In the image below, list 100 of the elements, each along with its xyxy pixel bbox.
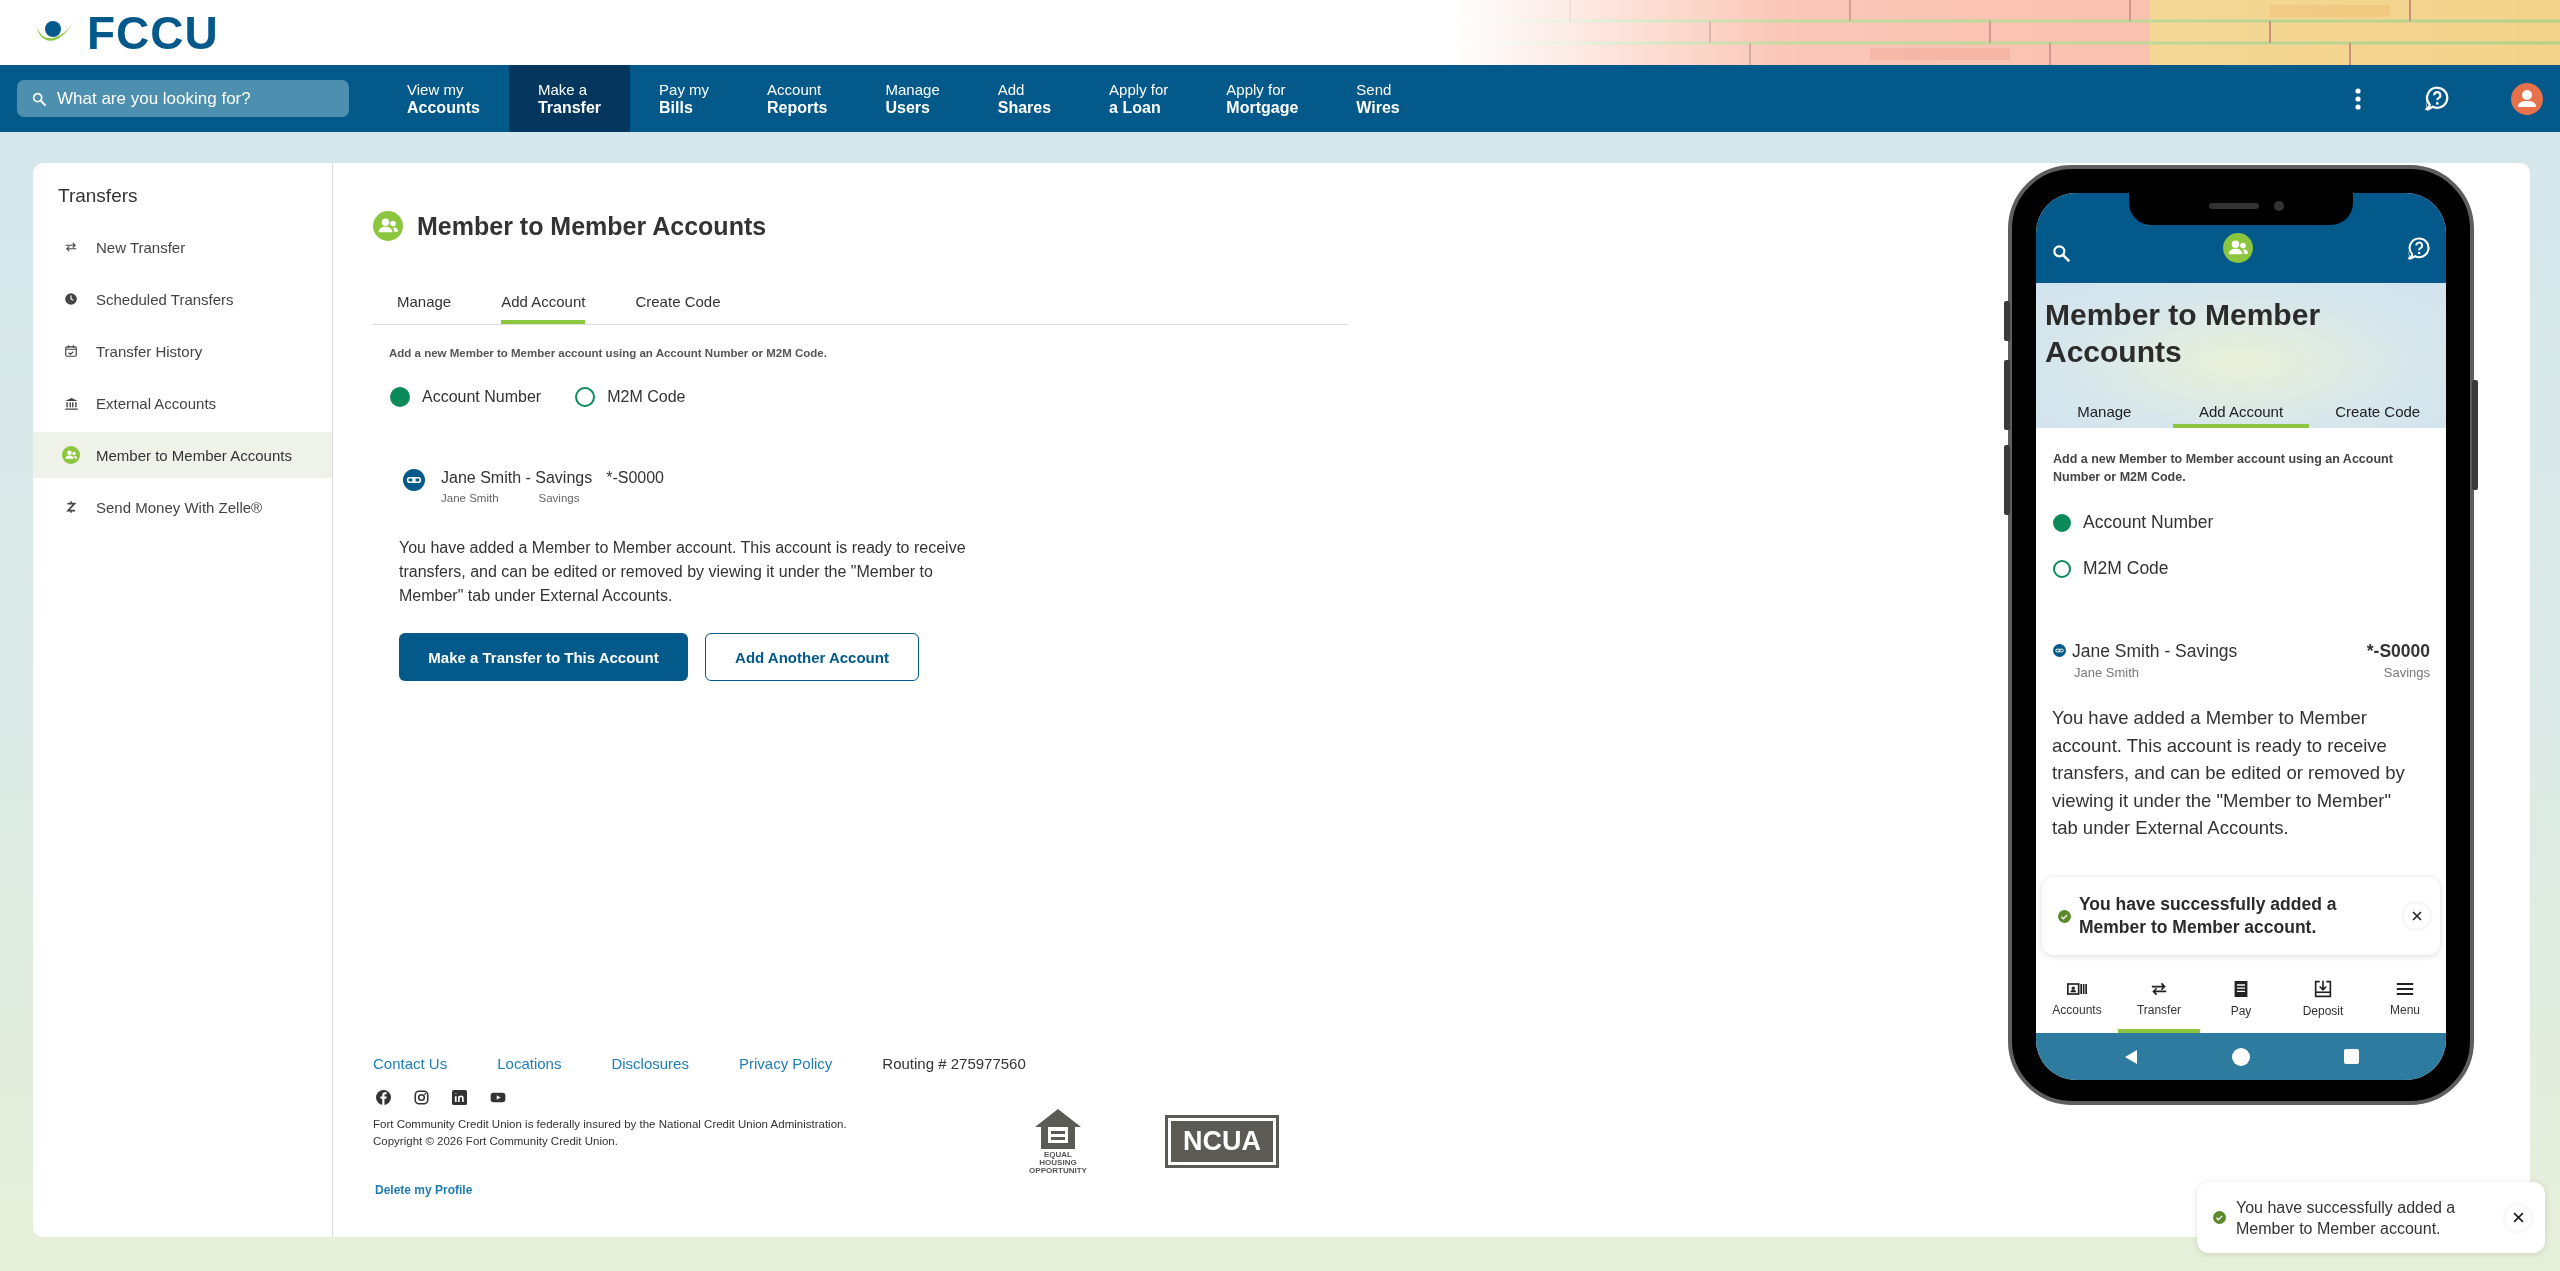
close-icon	[2412, 911, 2422, 921]
radio-label: M2M Code	[2083, 558, 2169, 579]
nav-item[interactable]: Pay my Bills	[630, 65, 739, 132]
toast-message: You have successfully added a Member to Member account.	[2236, 1197, 2457, 1239]
sidebar-title: Transfers	[57, 184, 139, 208]
search-icon	[31, 91, 47, 107]
sidebar-item[interactable]: New Transfer	[33, 224, 332, 270]
menu-icon	[2396, 980, 2414, 997]
account-type: Savings	[538, 492, 580, 504]
toast-message: You have successfully added a Member to Member account.	[2079, 893, 2338, 939]
people-icon	[2222, 233, 2253, 263]
clock-icon	[64, 292, 78, 306]
footer-link[interactable]: Locations	[497, 1055, 562, 1072]
add-account-button[interactable]: Add Another Account	[705, 633, 919, 681]
deposit-icon	[2314, 979, 2332, 998]
sidebar-item-label: Member to Member Accounts	[96, 446, 292, 464]
accounts-icon	[2067, 980, 2087, 997]
account-owner: Jane Smith	[2074, 665, 2140, 680]
zelle-icon	[64, 500, 78, 514]
account-owner: Jane Smith	[441, 492, 499, 504]
tab[interactable]: Add Account	[501, 285, 586, 324]
logo-text: FCCU	[87, 9, 219, 56]
receipt-icon	[2233, 979, 2249, 998]
sidebar-item[interactable]: Transfer History	[33, 328, 332, 374]
page-title: Member to Member Accounts	[417, 211, 767, 241]
linkedin-icon[interactable]	[452, 1090, 467, 1105]
sidebar-item-label: Scheduled Transfers	[96, 290, 234, 308]
equal-housing-logo: EQUAL HOUSING OPPORTUNITY	[1026, 1107, 1090, 1175]
radio-button[interactable]	[575, 387, 596, 407]
bottom-nav-item[interactable]: Menu	[2364, 968, 2446, 1033]
calendar-check-icon	[64, 344, 78, 358]
radio-button[interactable]	[390, 387, 410, 407]
instructions-text: Add a new Member to Member account using an Account Number or M2M Code.	[389, 347, 828, 359]
close-button[interactable]	[2404, 903, 2430, 929]
radio-button[interactable]	[2053, 559, 2071, 578]
tab[interactable]: Create Code	[635, 285, 721, 324]
tab[interactable]: Manage	[2036, 398, 2173, 428]
sidebar-item[interactable]: External Accounts	[33, 380, 332, 426]
sidebar-item[interactable]: Member to Member Accounts	[33, 432, 332, 478]
check-icon	[2213, 1211, 2226, 1224]
swap-arrows-icon	[2149, 980, 2169, 997]
facebook-icon[interactable]	[376, 1090, 391, 1105]
routing-number: Routing # 275977560	[882, 1055, 1026, 1072]
close-icon	[2512, 1212, 2524, 1223]
tab[interactable]: Manage	[397, 285, 452, 324]
help-chat-icon[interactable]	[2404, 235, 2432, 263]
home-icon[interactable]	[2232, 1047, 2251, 1066]
swap-arrows-icon	[64, 240, 78, 254]
footer-link[interactable]: Disclosures	[611, 1055, 689, 1072]
footer-link[interactable]: Contact Us	[373, 1055, 448, 1072]
sidebar-item-label: Transfer History	[96, 342, 203, 360]
sidebar-item-label: New Transfer	[96, 238, 186, 256]
confirmation-message: You have added a Member to Member account. This account is ready to receive transfers, and can be edited or removed by viewing it under the "Member to Member" tab under External Accounts.	[399, 538, 967, 606]
transfer-button[interactable]: Make a Transfer to This Account	[399, 633, 688, 681]
nav-item[interactable]: Apply for a Loan	[1080, 65, 1198, 132]
insurance-text: Fort Community Credit Union is federally insured by the National Credit Union Administration.	[373, 1117, 848, 1132]
sidebar-item[interactable]: Scheduled Transfers	[33, 276, 332, 322]
account-name: Jane Smith - Savings	[441, 469, 593, 487]
youtube-icon[interactable]	[490, 1090, 506, 1105]
people-icon	[373, 211, 403, 241]
account-number: *-S0000	[2366, 641, 2430, 662]
tab[interactable]: Create Code	[2309, 398, 2446, 428]
nav-item[interactable]: Add Shares	[968, 65, 1081, 132]
tab[interactable]: Add Account	[2172, 398, 2310, 428]
footer-link[interactable]: Privacy Policy	[738, 1055, 833, 1072]
check-icon	[2058, 909, 2071, 923]
nav-item[interactable]: View my Accounts	[378, 65, 509, 132]
instagram-icon[interactable]	[414, 1090, 429, 1105]
nav-item[interactable]: Send Wires	[1327, 65, 1429, 132]
sidebar-item-label: External Accounts	[96, 394, 217, 412]
bottom-nav-item[interactable]: Deposit	[2282, 968, 2364, 1033]
sidebar-item-label: Send Money With Zelle®	[96, 498, 263, 516]
bottom-nav-item[interactable]: Pay	[2200, 968, 2282, 1033]
nav-item[interactable]: Account Reports	[738, 65, 857, 132]
nav-item[interactable]: Apply for Mortgage	[1197, 65, 1328, 132]
confirmation-message: You have added a Member to Member account. This account is ready to receive transfers, and can be edited or removed by viewing it under the "Member to Member" tab under External Accounts.	[2052, 706, 2406, 840]
phone-page-title: Member to Member Accounts	[2044, 297, 2322, 370]
radio-label: M2M Code	[607, 388, 686, 406]
people-icon	[62, 445, 80, 465]
bank-icon	[63, 395, 79, 411]
search-icon	[2051, 243, 2071, 263]
delete-profile-link[interactable]: Delete my Profile	[375, 1183, 473, 1197]
recents-icon[interactable]	[2344, 1049, 2360, 1064]
link-icon	[2053, 644, 2066, 657]
radio-button[interactable]	[2053, 513, 2071, 532]
search-field[interactable]: What are you looking for?	[17, 80, 349, 117]
copyright-text: Copyright © 2026 Fort Community Credit Union.	[373, 1134, 619, 1149]
more-options-icon[interactable]	[2355, 87, 2361, 110]
nav-item[interactable]: Manage Users	[856, 65, 969, 132]
link-icon	[403, 469, 425, 491]
nav-item[interactable]: Make a Transfer	[508, 65, 631, 132]
radio-label: Account Number	[422, 388, 542, 406]
account-type: Savings	[2383, 665, 2430, 680]
instructions-text: Add a new Member to Member account using an Account Number or M2M Code.	[2053, 451, 2394, 486]
user-avatar-icon[interactable]	[2511, 82, 2543, 115]
ncua-logo: NCUA	[1165, 1114, 1279, 1168]
sidebar-item[interactable]: Send Money With Zelle®	[33, 484, 332, 530]
bottom-nav-item[interactable]: Accounts	[2036, 968, 2118, 1033]
account-number: *-S0000	[606, 469, 664, 487]
account-name: Jane Smith - Savings	[2072, 641, 2238, 662]
